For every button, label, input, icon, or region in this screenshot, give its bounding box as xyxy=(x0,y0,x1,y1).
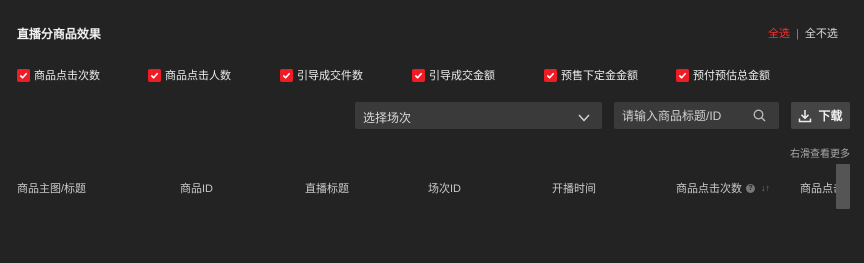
checkbox-checked-icon[interactable] xyxy=(280,68,293,82)
metric-label: 引导成交金额 xyxy=(429,70,495,82)
search-input[interactable] xyxy=(614,102,760,129)
metric-checkbox-deal-amount[interactable]: 引导成交金额 xyxy=(412,67,495,83)
column-header-product-id: 商品ID xyxy=(180,183,213,195)
metric-checkbox-click-users[interactable]: 商品点击人数 xyxy=(148,67,231,83)
chevron-down-icon xyxy=(578,110,590,128)
metric-label: 预付预估总金额 xyxy=(693,70,770,82)
column-header-live-title: 直播标题 xyxy=(305,183,349,195)
select-all-link[interactable]: 全选 xyxy=(768,28,790,40)
metric-checkbox-presale-deposit[interactable]: 预售下定金金额 xyxy=(544,67,638,83)
column-header-session-id: 场次ID xyxy=(428,183,461,195)
download-icon xyxy=(799,109,812,122)
column-header-product: 商品主图/标题 xyxy=(17,183,87,195)
download-label: 下载 xyxy=(818,109,843,123)
checkbox-checked-icon[interactable] xyxy=(544,68,557,82)
product-search xyxy=(614,102,779,129)
divider: | xyxy=(796,28,799,40)
search-icon[interactable] xyxy=(753,109,766,127)
column-header-label: 商品点击次数 xyxy=(676,183,742,195)
help-icon[interactable]: ? xyxy=(746,183,755,193)
metric-checkbox-prepaid-total[interactable]: 预付预估总金额 xyxy=(676,67,770,83)
select-toggle-group: 全选 | 全不选 xyxy=(768,25,838,41)
download-button[interactable]: 下载 xyxy=(791,102,850,129)
checkbox-checked-icon[interactable] xyxy=(17,68,30,82)
scroll-hint: 右滑查看更多 xyxy=(790,149,850,160)
metric-label: 引导成交件数 xyxy=(297,70,363,82)
metric-label: 预售下定金金额 xyxy=(561,70,638,82)
checkbox-checked-icon[interactable] xyxy=(412,68,425,82)
deselect-all-link[interactable]: 全不选 xyxy=(805,28,838,40)
sort-icon[interactable]: ↓↑ xyxy=(761,183,770,193)
checkbox-checked-icon[interactable] xyxy=(676,68,689,82)
checkbox-checked-icon[interactable] xyxy=(148,68,161,82)
section-title: 直播分商品效果 xyxy=(17,27,102,41)
metric-checkbox-deal-items[interactable]: 引导成交件数 xyxy=(280,67,363,83)
metric-checkbox-click-count[interactable]: 商品点击次数 xyxy=(17,67,100,83)
metric-label: 商品点击次数 xyxy=(34,70,100,82)
column-header-click-count[interactable]: 商品点击次数 ? ↓↑ xyxy=(676,180,770,196)
column-header-start-time: 开播时间 xyxy=(552,183,596,195)
session-select-value: 选择场次 xyxy=(363,111,412,125)
session-select[interactable]: 选择场次 xyxy=(355,102,602,129)
horizontal-scrollbar-thumb[interactable] xyxy=(836,164,850,209)
metric-label: 商品点击人数 xyxy=(165,70,231,82)
